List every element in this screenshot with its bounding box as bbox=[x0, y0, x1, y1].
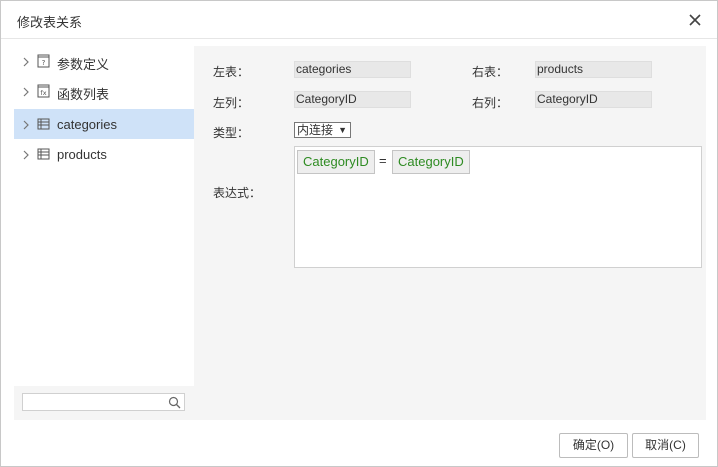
expression-label: 表达式： bbox=[213, 186, 262, 200]
expression-right-token[interactable]: CategoryID bbox=[392, 150, 470, 174]
tree-item-label: categories bbox=[57, 117, 117, 132]
expression-editor[interactable]: CategoryID = CategoryID bbox=[294, 146, 702, 268]
dialog-title: 修改表关系 bbox=[17, 15, 83, 30]
dialog-titlebar: 修改表关系 bbox=[1, 1, 717, 39]
chevron-right-icon[interactable] bbox=[22, 149, 30, 160]
field-tree: ? 参数定义 fx 函数列表 categories products bbox=[14, 46, 194, 386]
tree-item-parameters[interactable]: ? 参数定义 bbox=[14, 46, 194, 76]
join-type-select[interactable]: 内连接 ▼ bbox=[294, 122, 351, 138]
tree-item-label: products bbox=[57, 147, 107, 162]
search-input[interactable] bbox=[26, 395, 164, 409]
left-table-label: 左表： bbox=[213, 65, 250, 79]
tree-item-functions[interactable]: fx 函数列表 bbox=[14, 76, 194, 106]
tree-item-products[interactable]: products bbox=[14, 139, 194, 169]
table-icon bbox=[37, 147, 50, 161]
tree-search-box bbox=[22, 393, 185, 411]
left-column-field: CategoryID bbox=[294, 91, 411, 108]
chevron-right-icon[interactable] bbox=[22, 119, 30, 130]
right-column-field: CategoryID bbox=[535, 91, 652, 108]
table-icon bbox=[37, 117, 50, 131]
close-icon[interactable] bbox=[687, 12, 703, 28]
right-table-field: products bbox=[535, 61, 652, 78]
left-table-field: categories bbox=[294, 61, 411, 78]
expression-operator: = bbox=[379, 153, 387, 168]
tree-item-label: 参数定义 bbox=[57, 57, 110, 72]
svg-text:fx: fx bbox=[40, 89, 46, 97]
svg-text:?: ? bbox=[42, 59, 46, 67]
search-icon[interactable] bbox=[168, 396, 181, 409]
tree-item-label: 函数列表 bbox=[57, 87, 110, 102]
chevron-right-icon[interactable] bbox=[22, 86, 30, 97]
parameter-icon: ? bbox=[37, 54, 50, 68]
tree-item-categories[interactable]: categories bbox=[14, 109, 194, 139]
cancel-button[interactable]: 取消(C) bbox=[632, 433, 699, 458]
function-icon: fx bbox=[37, 84, 50, 98]
join-type-label: 类型： bbox=[213, 126, 250, 140]
left-column-label: 左列： bbox=[213, 96, 250, 110]
right-column-label: 右列： bbox=[472, 96, 509, 110]
edit-table-relation-dialog: 修改表关系 ? 参数定义 fx 函数列表 categories products bbox=[0, 0, 718, 467]
join-type-value: 内连接 bbox=[297, 123, 334, 137]
right-table-label: 右表： bbox=[472, 65, 509, 79]
chevron-right-icon[interactable] bbox=[22, 56, 30, 67]
expression-left-token[interactable]: CategoryID bbox=[297, 150, 375, 174]
ok-button[interactable]: 确定(O) bbox=[559, 433, 628, 458]
dropdown-arrow-icon: ▼ bbox=[338, 125, 347, 135]
